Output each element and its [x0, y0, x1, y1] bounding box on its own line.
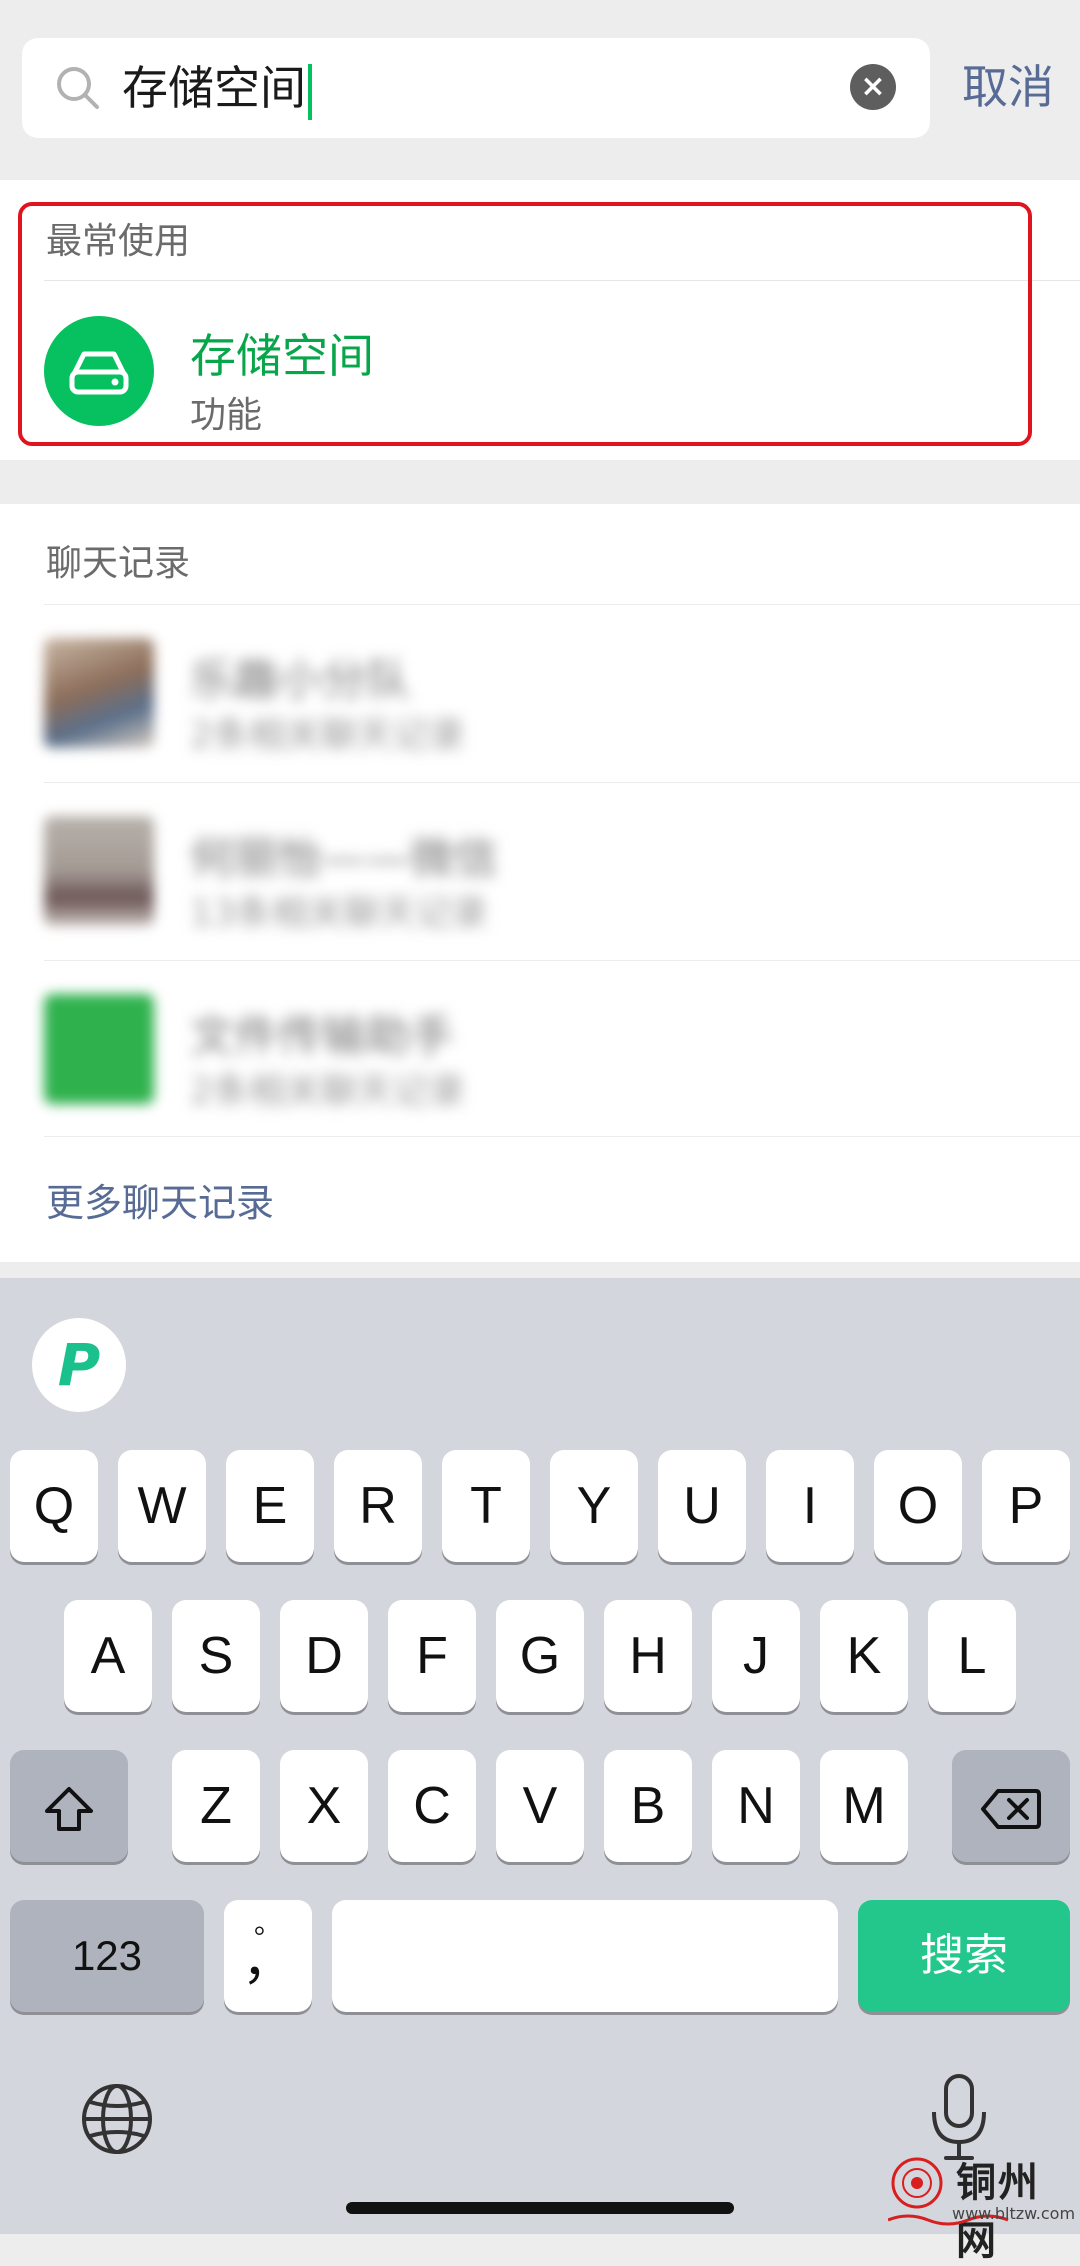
avatar: [44, 994, 154, 1104]
highlight-annotation-box: [18, 202, 1032, 446]
chat-title: 文件传输助手: [190, 1011, 454, 1062]
chat-subtitle: 13条相关聊天记录: [190, 893, 488, 934]
chat-title: 何丽怡——微信: [190, 833, 498, 884]
divider: [44, 1136, 1080, 1137]
search-query: 存储空间: [122, 52, 312, 124]
chat-result-item[interactable]: 何丽怡——微信 13条相关聊天记录: [0, 784, 1080, 960]
numbers-key[interactable]: 123: [10, 1900, 204, 2012]
key-s[interactable]: S: [172, 1600, 260, 1712]
key-u[interactable]: U: [658, 1450, 746, 1562]
punctuation-key[interactable]: 。 ，: [224, 1900, 312, 2012]
chat-subtitle: 2条相关聊天记录: [190, 715, 465, 756]
clear-search-icon[interactable]: ×: [850, 64, 896, 110]
key-m[interactable]: M: [820, 1750, 908, 1862]
key-w[interactable]: W: [118, 1450, 206, 1562]
key-q[interactable]: Q: [10, 1450, 98, 1562]
key-r[interactable]: R: [334, 1450, 422, 1562]
key-t[interactable]: T: [442, 1450, 530, 1562]
keyboard: P Q W E R T Y U I O P A S D F G H J K L …: [0, 1278, 1080, 2234]
key-f[interactable]: F: [388, 1600, 476, 1712]
divider: [44, 960, 1080, 961]
key-a[interactable]: A: [64, 1600, 152, 1712]
key-h[interactable]: H: [604, 1600, 692, 1712]
key-o[interactable]: O: [874, 1450, 962, 1562]
chat-history-header: 聊天记录: [46, 543, 191, 584]
key-p[interactable]: P: [982, 1450, 1070, 1562]
search-icon: [57, 67, 99, 109]
punct-bottom-label: ，: [241, 1933, 294, 1991]
space-key[interactable]: [332, 1900, 838, 2012]
globe-icon[interactable]: [78, 2080, 156, 2158]
shift-key[interactable]: [10, 1750, 128, 1862]
key-d[interactable]: D: [280, 1600, 368, 1712]
chat-subtitle: 2条相关聊天记录: [190, 1071, 465, 1112]
chat-result-item[interactable]: 乐趣小分队 2条相关聊天记录: [0, 606, 1080, 782]
key-g[interactable]: G: [496, 1600, 584, 1712]
home-indicator: [346, 2202, 734, 2214]
key-c[interactable]: C: [388, 1750, 476, 1862]
chat-title: 乐趣小分队: [190, 655, 410, 706]
divider: [44, 782, 1080, 783]
shift-icon: [45, 1787, 93, 1832]
key-y[interactable]: Y: [550, 1450, 638, 1562]
key-e[interactable]: E: [226, 1450, 314, 1562]
chat-history-section: 聊天记录 乐趣小分队 2条相关聊天记录 何丽怡——微信 13条相关聊天记录 文件…: [0, 504, 1080, 1262]
watermark-logo-icon: [891, 2157, 943, 2209]
key-x[interactable]: X: [280, 1750, 368, 1862]
key-k[interactable]: K: [820, 1600, 908, 1712]
key-z[interactable]: Z: [172, 1750, 260, 1862]
text-caret: [308, 63, 312, 120]
avatar: [44, 816, 154, 926]
backspace-icon: [981, 1789, 1041, 1830]
search-header: 存储空间 × 取消: [0, 0, 1080, 180]
avatar: [44, 638, 154, 748]
search-input[interactable]: 存储空间 ×: [22, 38, 930, 138]
chat-result-item[interactable]: 文件传输助手 2条相关聊天记录: [0, 962, 1080, 1138]
key-l[interactable]: L: [928, 1600, 1016, 1712]
key-b[interactable]: B: [604, 1750, 692, 1862]
more-chats-link[interactable]: 更多聊天记录: [46, 1172, 274, 1227]
watermark-url: www.bltzw.com: [952, 2204, 1076, 2223]
cancel-button[interactable]: 取消: [962, 52, 1054, 122]
keyboard-app-logo-icon[interactable]: P: [32, 1318, 126, 1412]
search-key[interactable]: 搜索: [858, 1900, 1070, 2012]
key-v[interactable]: V: [496, 1750, 584, 1862]
key-n[interactable]: N: [712, 1750, 800, 1862]
key-i[interactable]: I: [766, 1450, 854, 1562]
divider: [44, 604, 1080, 605]
delete-key[interactable]: [952, 1750, 1070, 1862]
key-j[interactable]: J: [712, 1600, 800, 1712]
